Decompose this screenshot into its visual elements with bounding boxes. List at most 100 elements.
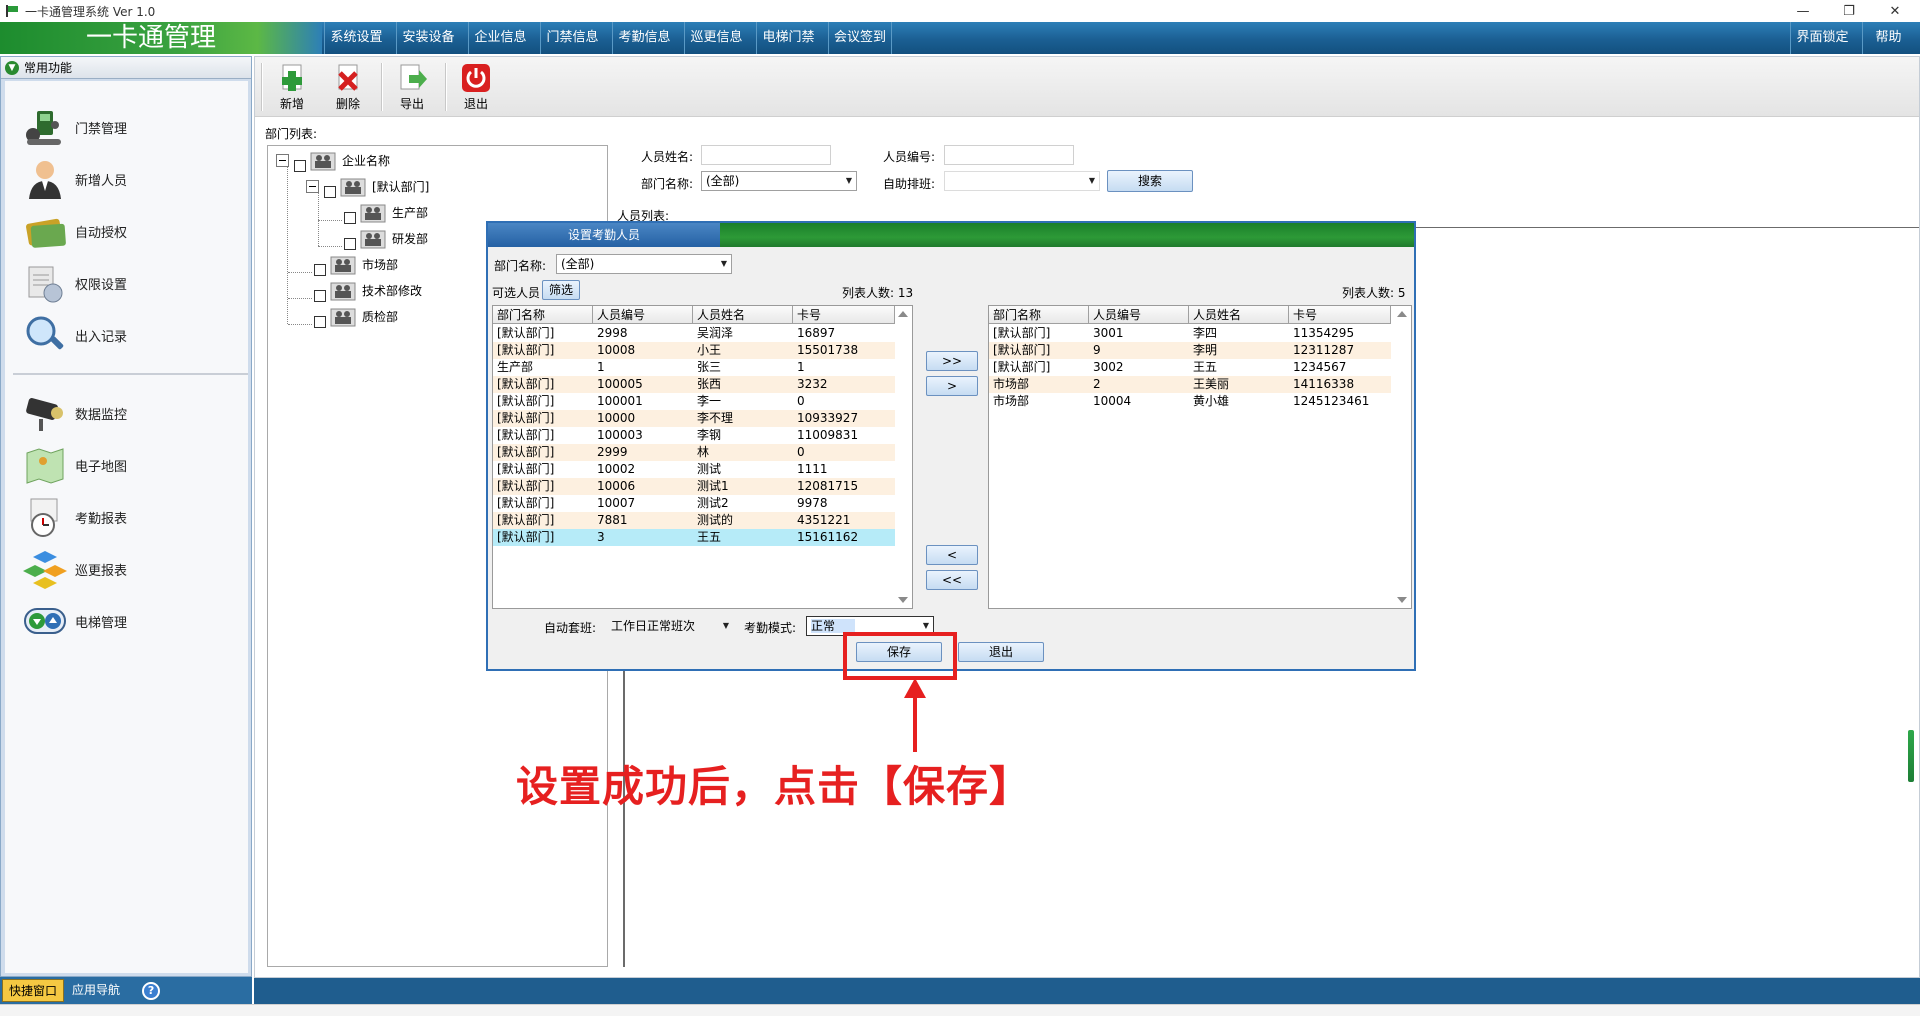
name-filter-input[interactable] [701,145,831,165]
menu-meeting-signin[interactable]: 会议签到 [828,22,892,54]
collapse-icon[interactable] [306,179,319,193]
column-header[interactable]: 卡号 [1289,306,1391,324]
move-left-button[interactable]: < [926,545,978,565]
column-header[interactable]: 卡号 [793,306,895,324]
sidebar-item-auto-auth[interactable]: 自动授权 [5,205,248,257]
filter-button[interactable]: 筛选 [542,280,580,300]
table-row[interactable]: [默认部门] 100005 张西 3232 [493,376,895,393]
sidebar-item-data-monitor[interactable]: 数据监控 [5,387,248,439]
chevron-down-icon[interactable]: ▼ [5,60,19,75]
table-row[interactable]: [默认部门] 10002 测试 1111 [493,461,895,478]
table-row[interactable]: 市场部 10004 黄小雄 1245123461 [989,393,1391,410]
table-cell: 黄小雄 [1193,394,1230,408]
table-row[interactable]: [默认部门] 3 王五 15161162 [493,529,895,546]
tree-node-default[interactable]: [默认部门] [306,174,429,198]
tree-checkbox[interactable] [314,316,326,328]
tree-checkbox[interactable] [314,264,326,276]
table-row[interactable]: [默认部门] 3001 李四 11354295 [989,325,1391,342]
left-grid-scrollbar[interactable] [895,306,912,608]
exit-button-label: 退出 [463,97,488,111]
close-button[interactable]: ✕ [1872,0,1918,22]
dialog-dept-select[interactable]: (全部) ▼ [556,254,732,274]
table-row[interactable]: [默认部门] 10007 测试2 9978 [493,495,895,512]
elevator-icon [23,599,67,643]
delete-button[interactable]: 删除 [321,61,375,115]
table-row[interactable]: [默认部门] 10000 李不理 10933927 [493,410,895,427]
tree-checkbox[interactable] [324,186,336,198]
export-button[interactable]: 导出 [385,61,439,115]
table-cell: 2999 [597,445,628,459]
menu-elevator-access[interactable]: 电梯门禁 [756,22,820,54]
dialog-exit-button[interactable]: 退出 [958,642,1044,662]
sidebar-item-access-records[interactable]: 出入记录 [5,309,248,361]
column-header[interactable]: 人员编号 [1089,306,1189,324]
menu-system-settings[interactable]: 系统设置 [324,22,388,54]
table-row[interactable]: [默认部门] 7881 测试的 4351221 [493,512,895,529]
sidebar-item-e-map[interactable]: 电子地图 [5,439,248,491]
table-row[interactable]: [默认部门] 10008 小王 15501738 [493,342,895,359]
menu-enterprise-info[interactable]: 企业信息 [468,22,532,54]
minimize-button[interactable]: — [1780,0,1826,22]
sidebar-item-elevator[interactable]: 电梯管理 [5,595,248,647]
sidebar-header[interactable]: ▼ 常用功能 [1,57,251,79]
menu-attendance-info[interactable]: 考勤信息 [612,22,676,54]
tree-node-root[interactable]: 企业名称 [276,148,390,172]
tree-checkbox[interactable] [294,160,306,172]
auto-shift-label: 自动套班: [544,621,597,635]
move-all-right-button[interactable]: >> [926,351,978,371]
tab-quick-window[interactable]: 快捷窗口 [2,979,65,1002]
sidebar-item-door-access[interactable]: 门禁管理 [5,101,248,153]
move-all-left-button[interactable]: << [926,570,978,590]
column-header[interactable]: 人员姓名 [1189,306,1289,324]
table-row[interactable]: [默认部门] 10006 测试1 12081715 [493,478,895,495]
menu-install-device[interactable]: 安装设备 [396,22,460,54]
tab-app-nav[interactable]: 应用导航 [66,979,126,1002]
shift-filter-select[interactable]: ▼ [944,171,1100,191]
column-header[interactable]: 人员编号 [593,306,693,324]
table-row[interactable]: [默认部门] 100001 李一 0 [493,393,895,410]
tree-checkbox[interactable] [314,290,326,302]
table-row[interactable]: [默认部门] 100003 李钢 11009831 [493,427,895,444]
table-row[interactable]: [默认部门] 3002 王五 1234567 [989,359,1391,376]
sidebar-item-add-person[interactable]: 新增人员 [5,153,248,205]
right-grid-scrollbar[interactable] [1394,306,1411,608]
sidebar-item-attendance-report[interactable]: 考勤报表 [5,491,248,543]
restore-button[interactable]: ❐ [1826,0,1872,22]
tree-checkbox[interactable] [344,212,356,224]
tree-checkbox[interactable] [344,238,356,250]
tree-node-tech[interactable]: 技术部修改 [314,278,422,302]
add-button[interactable]: 新增 [265,61,319,115]
column-header[interactable]: 部门名称 [989,306,1089,324]
sidebar-item-permission[interactable]: 权限设置 [5,257,248,309]
dept-filter-select[interactable]: (全部) ▼ [701,171,857,191]
auto-shift-select[interactable]: 工作日正常班次 ▼ [606,616,734,636]
column-header[interactable]: 人员姓名 [693,306,793,324]
table-row[interactable]: 生产部 1 张三 1 [493,359,895,376]
collapse-icon[interactable] [276,153,289,167]
tree-node-qa[interactable]: 质检部 [314,304,398,328]
move-right-button[interactable]: > [926,376,978,396]
permission-doc-icon [23,261,67,305]
id-filter-input[interactable] [944,145,1074,165]
help-button[interactable]: ? [134,979,168,1002]
table-row[interactable]: [默认部门] 9 李明 12311287 [989,342,1391,359]
scroll-down-icon[interactable] [898,597,908,603]
scroll-up-icon[interactable] [1397,311,1407,317]
set-attendance-dialog: 设置考勤人员 部门名称: (全部) ▼ 可选人员 筛选 列表人数: 13 列表人… [486,221,1416,671]
table-row[interactable]: [默认部门] 2999 林 0 [493,444,895,461]
search-button[interactable]: 搜索 [1107,170,1193,192]
column-header[interactable]: 部门名称 [493,306,593,324]
exit-button[interactable]: 退出 [449,61,503,115]
menu-lock-ui[interactable]: 界面锁定 [1790,22,1854,54]
tree-node-production[interactable]: 生产部 [344,200,428,224]
menu-access-info[interactable]: 门禁信息 [540,22,604,54]
scroll-up-icon[interactable] [898,311,908,317]
table-row[interactable]: 市场部 2 王美丽 14116338 [989,376,1391,393]
menu-help[interactable]: 帮助 [1862,22,1914,54]
table-row[interactable]: [默认部门] 2998 吴润泽 16897 [493,325,895,342]
scroll-down-icon[interactable] [1397,597,1407,603]
sidebar-item-patrol-report[interactable]: 巡更报表 [5,543,248,595]
tree-node-rnd[interactable]: 研发部 [344,226,428,250]
tree-node-marketing[interactable]: 市场部 [314,252,398,276]
menu-patrol-info[interactable]: 巡更信息 [684,22,748,54]
